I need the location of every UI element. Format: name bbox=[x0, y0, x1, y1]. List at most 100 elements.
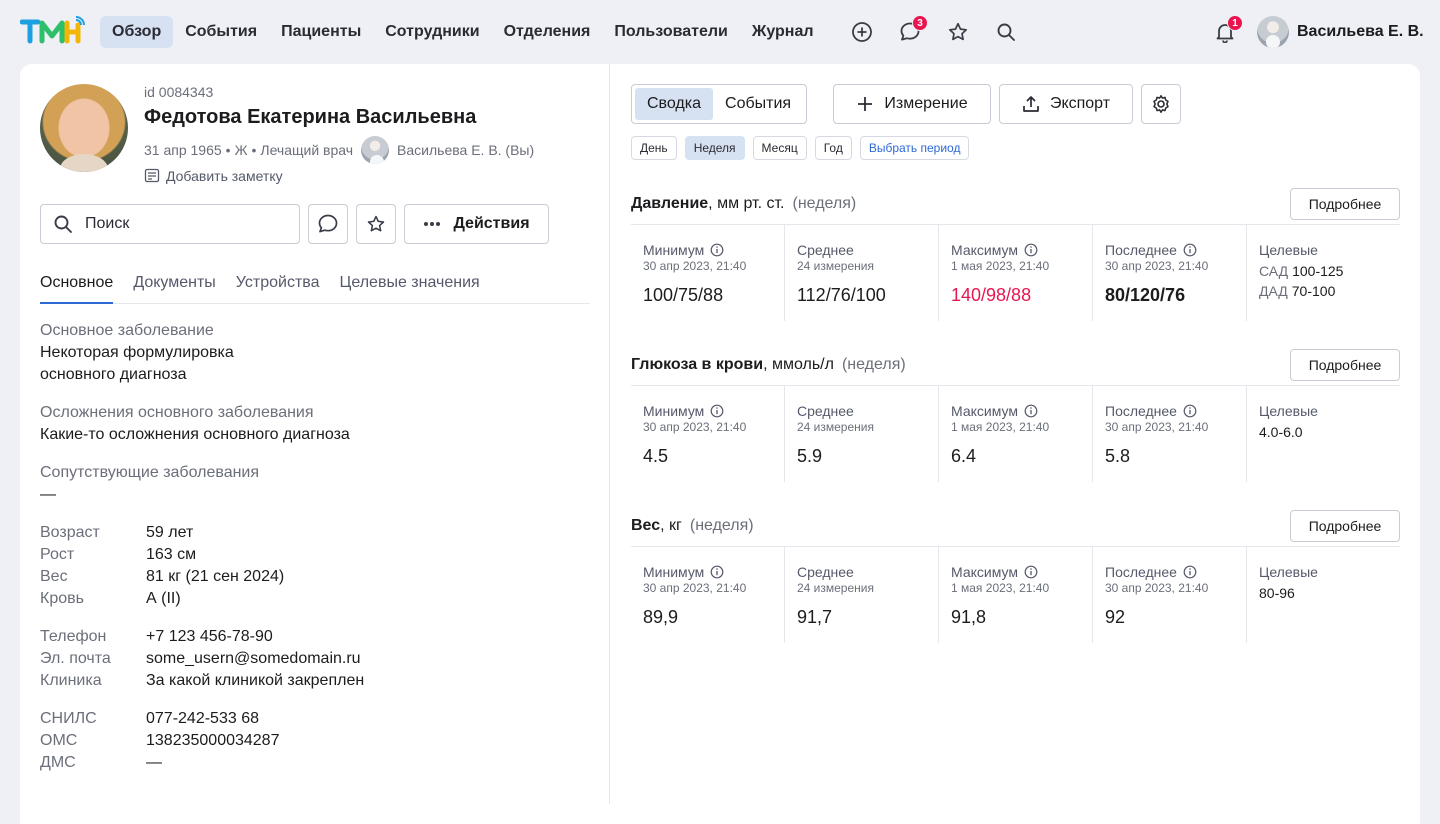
metric-name: Глюкоза в крови bbox=[631, 356, 764, 373]
info-row-weight: Вес 81 кг (21 сен 2024) bbox=[40, 566, 284, 588]
metric-stats: Минимум 30 апр 2023, 21:40 4.5 Среднее 24 из… bbox=[631, 385, 1400, 482]
period-year[interactable]: Год bbox=[814, 136, 852, 160]
metric-title: Глюкоза в крови, ммоль/л bbox=[631, 356, 834, 374]
nav-journal[interactable]: Журнал bbox=[740, 16, 826, 48]
export-label: Экспорт bbox=[1049, 95, 1111, 112]
tab-documents[interactable]: Документы bbox=[133, 270, 215, 304]
stat-target: Целевые САД 100-125 ДАД 70-100 bbox=[1247, 225, 1400, 321]
period-filter: День Неделя Месяц Год Выбрать период bbox=[631, 136, 970, 160]
meta-separator: • bbox=[225, 142, 231, 158]
stat-label-text: Последнее bbox=[1105, 242, 1177, 258]
stat-min: Минимум 30 апр 2023, 21:40 100/75/88 bbox=[631, 225, 785, 321]
message-button[interactable] bbox=[308, 204, 348, 244]
tab-summary[interactable]: Сводка bbox=[635, 88, 714, 120]
user-menu[interactable]: Васильева Е. В. bbox=[1257, 16, 1424, 48]
complications-label: Осложнения основного заболевания bbox=[40, 404, 314, 421]
add-circle-icon[interactable] bbox=[846, 16, 878, 48]
period-custom[interactable]: Выбрать период bbox=[859, 136, 970, 160]
search-input[interactable] bbox=[85, 215, 275, 233]
stat-date: 30 апр 2023, 21:40 bbox=[1105, 259, 1209, 273]
main-disease-label: Основное заболевание bbox=[40, 322, 214, 339]
chat-icon[interactable]: 3 bbox=[894, 15, 928, 48]
target-line: 80-96 bbox=[1259, 585, 1400, 601]
stat-label-text: Целевые bbox=[1259, 403, 1318, 419]
info-value: 81 кг (21 сен 2024) bbox=[146, 568, 285, 585]
patient-id: id 0084343 bbox=[144, 84, 214, 100]
main-disease-line-2: основного диагноза bbox=[40, 366, 187, 383]
info-key: Эл. почта bbox=[40, 650, 111, 667]
metric-stats: Минимум 30 апр 2023, 21:40 100/75/88 Средне… bbox=[631, 224, 1400, 321]
metric-glucose: Глюкоза в крови, ммоль/л (неделя) Подробне… bbox=[631, 345, 1400, 482]
export-button[interactable]: Экспорт bbox=[999, 84, 1133, 124]
more-dots-icon bbox=[424, 222, 441, 226]
patient-avatar bbox=[40, 84, 128, 172]
info-row-age: Возраст 59 лет bbox=[40, 522, 284, 544]
search-field[interactable] bbox=[40, 204, 300, 244]
chat-badge: 3 bbox=[912, 15, 928, 31]
stat-label-text: Целевые bbox=[1259, 242, 1318, 258]
nav-users[interactable]: Пользователи bbox=[602, 16, 739, 48]
details-button[interactable]: Подробнее bbox=[1290, 510, 1400, 542]
stat-label-text: Минимум bbox=[643, 242, 705, 258]
patient-meta: 31 апр 1965 • Ж • Лечащий врач Васильева… bbox=[144, 136, 534, 164]
target-line: САД 100-125 bbox=[1259, 263, 1400, 279]
stat-last: Последнее 30 апр 2023, 21:40 92 bbox=[1093, 547, 1247, 643]
measurements-panel: Сводка События Измерение Экспорт День Не… bbox=[611, 64, 1420, 804]
info-value[interactable]: +7 123 456-78-90 bbox=[146, 626, 273, 648]
nav-patients[interactable]: Пациенты bbox=[269, 16, 373, 48]
target-value: 70-100 bbox=[1291, 283, 1336, 299]
stat-value: 112/76/100 bbox=[797, 285, 886, 305]
tab-events[interactable]: События bbox=[713, 88, 803, 120]
nav-overview[interactable]: Обзор bbox=[100, 16, 174, 48]
stat-count: 24 измерения bbox=[797, 259, 874, 273]
info-value: 138235000034287 bbox=[146, 732, 280, 749]
actions-button[interactable]: Действия bbox=[404, 204, 549, 244]
info-value: — bbox=[146, 754, 162, 771]
view-switch: Сводка События bbox=[631, 84, 808, 124]
nav-staff[interactable]: Сотрудники bbox=[373, 16, 491, 48]
app-logo[interactable] bbox=[20, 14, 86, 46]
stat-last: Последнее 30 апр 2023, 21:40 5.8 bbox=[1093, 386, 1247, 482]
stat-last: Последнее 30 апр 2023, 21:40 80/120/76 bbox=[1093, 225, 1247, 321]
star-icon[interactable] bbox=[942, 16, 974, 48]
doctor-name[interactable]: Васильева Е. В. (Вы) bbox=[397, 142, 534, 158]
target-value: 4.0-6.0 bbox=[1259, 424, 1303, 440]
user-name: Васильева Е. В. bbox=[1297, 23, 1424, 40]
settings-button[interactable] bbox=[1141, 84, 1181, 124]
info-icon bbox=[1183, 565, 1197, 579]
metric-header: Вес, кг (неделя) Подробнее bbox=[631, 506, 1400, 546]
tab-target-values[interactable]: Целевые значения bbox=[340, 270, 480, 304]
stat-label-text: Среднее bbox=[797, 242, 854, 258]
period-month[interactable]: Месяц bbox=[752, 136, 807, 160]
patient-name: Федотова Екатерина Васильевна bbox=[144, 106, 477, 128]
info-key: ДМС bbox=[40, 754, 76, 771]
add-measurement-button[interactable]: Измерение bbox=[833, 84, 991, 124]
nav-events[interactable]: События bbox=[173, 16, 269, 48]
add-note-link[interactable]: Добавить заметку bbox=[144, 168, 283, 184]
tab-main[interactable]: Основное bbox=[40, 270, 114, 304]
star-icon bbox=[367, 215, 385, 232]
stat-avg: Среднее 24 измерения 5.9 bbox=[785, 386, 939, 482]
concomitant-label: Сопутствующие заболевания bbox=[40, 464, 260, 481]
gear-icon bbox=[1153, 95, 1169, 113]
details-button[interactable]: Подробнее bbox=[1290, 349, 1400, 381]
search-icon[interactable] bbox=[990, 16, 1022, 48]
stat-label-text: Последнее bbox=[1105, 403, 1177, 419]
nav-departments[interactable]: Отделения bbox=[492, 16, 603, 48]
stat-max: Максимум 1 мая 2023, 21:40 6.4 bbox=[939, 386, 1093, 482]
stat-target: Целевые 80-96 bbox=[1247, 547, 1400, 643]
tab-devices[interactable]: Устройства bbox=[236, 270, 320, 304]
favorite-button[interactable] bbox=[356, 204, 396, 244]
stat-max: Максимум 1 мая 2023, 21:40 91,8 bbox=[939, 547, 1093, 643]
stat-value: 80/120/76 bbox=[1105, 285, 1186, 305]
details-button[interactable]: Подробнее bbox=[1290, 188, 1400, 220]
bell-icon[interactable]: 1 bbox=[1209, 15, 1243, 48]
info-icon bbox=[1024, 565, 1038, 579]
stat-value: 140/98/88 bbox=[951, 285, 1032, 305]
metric-header: Давление, мм рт. ст. (неделя) Подробнее bbox=[631, 184, 1400, 224]
period-week[interactable]: Неделя bbox=[684, 136, 745, 160]
info-value[interactable]: some_usern@somedomain.ru bbox=[146, 648, 361, 670]
complications-value: Какие-то осложнения основного диагноза bbox=[40, 426, 350, 443]
period-day[interactable]: День bbox=[631, 136, 677, 160]
stat-label: Максимум bbox=[951, 241, 1092, 259]
